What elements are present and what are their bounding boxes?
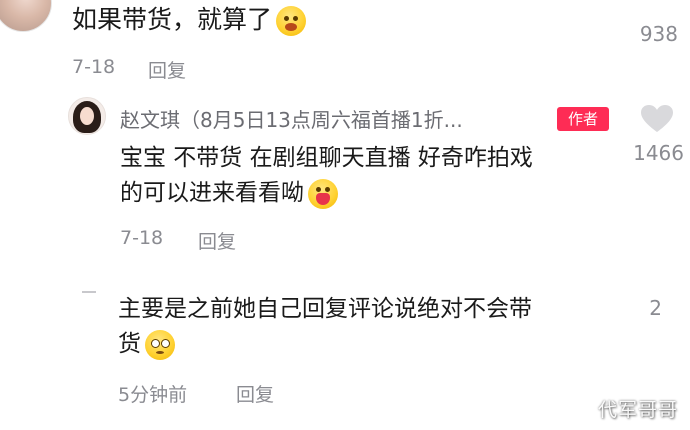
- comment-3-text: 主要是之前她自己回复评论说绝对不会带 货: [118, 292, 618, 362]
- author-avatar[interactable]: [68, 97, 106, 135]
- laughing-crying-emoji-icon: [276, 6, 307, 36]
- comment-1-text: 如果带货，就算了: [72, 2, 307, 38]
- comment-2-text: 宝宝 不带货 在剧组聊天直播 好奇咋拍戏 的可以进来看看呦: [120, 141, 610, 211]
- like-count: 938: [639, 22, 678, 46]
- reply-button[interactable]: 回复: [198, 227, 236, 254]
- author-badge: 作者: [557, 107, 609, 131]
- comment-date: 7-18: [120, 227, 164, 249]
- pleading-emoji-icon: [145, 329, 175, 360]
- like-count: 1466: [633, 141, 684, 165]
- heart-hug-emoji-icon: [308, 178, 338, 209]
- comment-date: 7-18: [72, 56, 116, 78]
- comment-date: 5分钟前: [118, 384, 188, 406]
- avatar[interactable]: [0, 0, 52, 32]
- watermark: 代军哥哥: [597, 399, 678, 421]
- reply-button[interactable]: 回复: [148, 56, 186, 83]
- reply-button[interactable]: 回复: [236, 380, 274, 407]
- heart-icon[interactable]: [640, 104, 674, 134]
- reply-thread-marker: [82, 291, 96, 293]
- like-count: 2: [649, 296, 662, 320]
- author-name[interactable]: 赵文琪（8月5日13点周六福首播1折...: [120, 104, 540, 133]
